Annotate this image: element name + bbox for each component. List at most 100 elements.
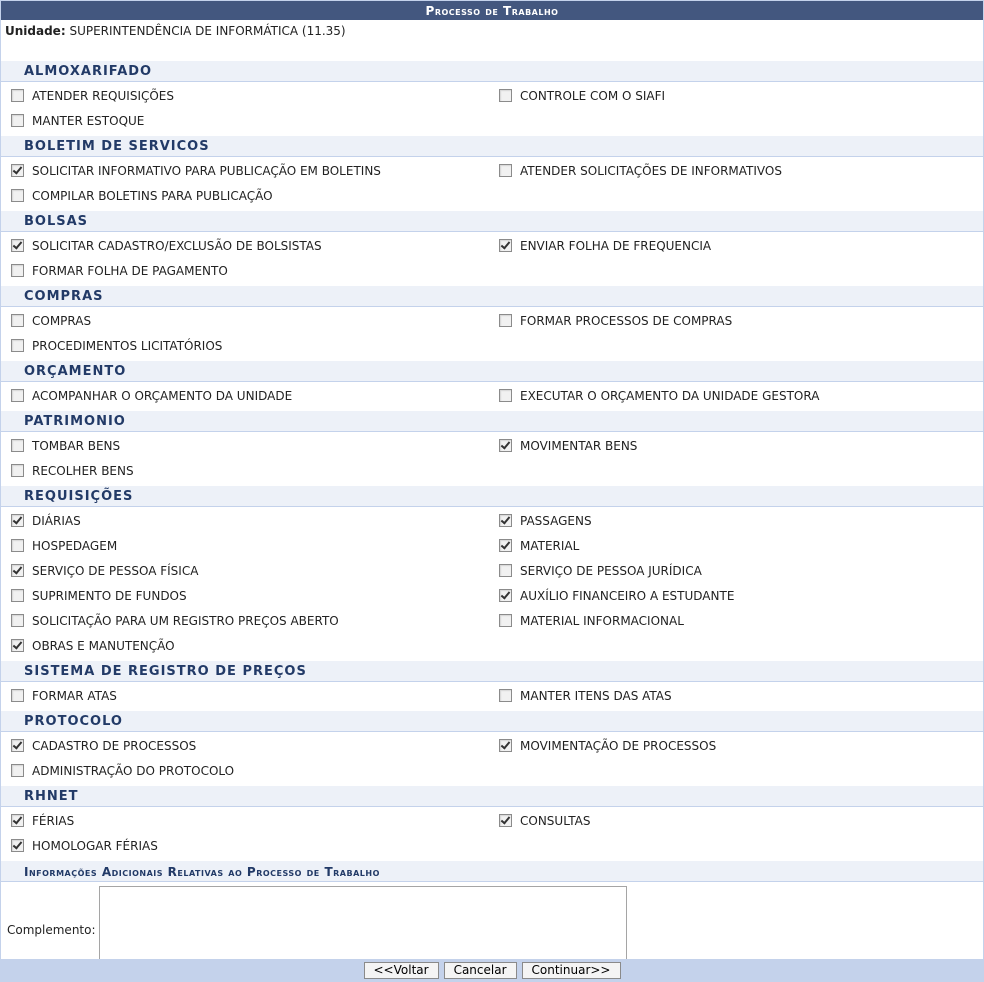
checkbox[interactable] [11,314,24,327]
checkbox-option[interactable]: HOSPEDAGEM [1,536,489,561]
checkbox[interactable] [11,589,24,602]
checkbox-option[interactable]: EXECUTAR O ORÇAMENTO DA UNIDADE GESTORA [489,386,977,411]
checkbox[interactable] [11,764,24,777]
checkbox-option[interactable]: MOVIMENTAÇÃO DE PROCESSOS [489,736,977,761]
checkbox[interactable] [11,239,24,252]
checkbox-option[interactable]: COMPILAR BOLETINS PARA PUBLICAÇÃO [1,186,489,211]
checkbox-label: FÉRIAS [32,814,75,828]
continue-button[interactable]: Continuar>> [521,961,621,979]
checkbox-option[interactable]: MATERIAL [489,536,977,561]
checkbox[interactable] [11,89,24,102]
checkbox[interactable] [11,689,24,702]
checkbox[interactable] [11,389,24,402]
checkbox-option[interactable]: ATENDER SOLICITAÇÕES DE INFORMATIVOS [489,161,977,186]
unit-value: SUPERINTENDÊNCIA DE INFORMÁTICA (11.35) [69,24,346,38]
checkbox-row: OBRAS E MANUTENÇÃO [1,636,983,661]
checkbox-option[interactable]: COMPRAS [1,311,489,336]
checkbox[interactable] [11,839,24,852]
checkbox-row: SOLICITAR CADASTRO/EXCLUSÃO DE BOLSISTAS… [1,236,983,261]
checkbox-label: ATENDER REQUISIÇÕES [32,89,175,103]
checkbox[interactable] [11,639,24,652]
checkbox-option[interactable]: SOLICITAÇÃO PARA UM REGISTRO PREÇOS ABER… [1,611,489,636]
checkbox-option[interactable]: FORMAR FOLHA DE PAGAMENTO [1,261,489,286]
checkbox-option[interactable]: CONTROLE COM O SIAFI [489,86,977,111]
checkbox[interactable] [499,239,512,252]
checkbox-option[interactable]: SUPRIMENTO DE FUNDOS [1,586,489,611]
checkbox-option[interactable]: ENVIAR FOLHA DE FREQUENCIA [489,236,977,261]
checkbox-row: ATENDER REQUISIÇÕES CONTROLE COM O SIAFI [1,86,983,111]
checkbox[interactable] [11,614,24,627]
checkbox[interactable] [11,114,24,127]
checkbox-option[interactable]: AUXÍLIO FINANCEIRO A ESTUDANTE [489,586,977,611]
checkbox[interactable] [499,814,512,827]
checkbox-row: MANTER ESTOQUE [1,111,983,136]
checkbox[interactable] [11,339,24,352]
checkbox[interactable] [11,514,24,527]
checkbox-option[interactable]: HOMOLOGAR FÉRIAS [1,836,489,861]
checkbox[interactable] [11,539,24,552]
group-header: ORÇAMENTO [1,361,983,382]
checkbox-row: TOMBAR BENS MOVIMENTAR BENS [1,436,983,461]
back-button[interactable]: <<Voltar [363,961,439,979]
checkbox-option[interactable]: ATENDER REQUISIÇÕES [1,86,489,111]
checkbox-label: MOVIMENTAÇÃO DE PROCESSOS [520,739,717,753]
checkbox[interactable] [499,539,512,552]
checkbox-option[interactable]: DIÁRIAS [1,511,489,536]
checkbox-option[interactable]: OBRAS E MANUTENÇÃO [1,636,489,661]
checkbox[interactable] [11,439,24,452]
empty-cell [489,186,977,211]
checkbox[interactable] [11,814,24,827]
checkbox-option[interactable]: FORMAR PROCESSOS DE COMPRAS [489,311,977,336]
button-bar: <<Voltar Cancelar Continuar>> [1,959,983,981]
checkbox-label: SUPRIMENTO DE FUNDOS [32,589,187,603]
checkbox-option[interactable]: TOMBAR BENS [1,436,489,461]
checkbox-option[interactable]: PASSAGENS [489,511,977,536]
checkbox-option[interactable]: FÉRIAS [1,811,489,836]
group-body: SOLICITAR CADASTRO/EXCLUSÃO DE BOLSISTAS… [1,232,983,286]
checkbox-option[interactable]: FORMAR ATAS [1,686,489,711]
checkbox-option[interactable]: PROCEDIMENTOS LICITATÓRIOS [1,336,489,361]
checkbox[interactable] [11,189,24,202]
checkbox-label: DIÁRIAS [32,514,81,528]
checkbox[interactable] [11,164,24,177]
checkbox[interactable] [499,89,512,102]
checkbox[interactable] [499,589,512,602]
checkbox-label: SOLICITAÇÃO PARA UM REGISTRO PREÇOS ABER… [32,614,339,628]
process-groups: ALMOXARIFADO ATENDER REQUISIÇÕES CONTROLE … [1,61,983,861]
checkbox-row: HOMOLOGAR FÉRIAS [1,836,983,861]
checkbox-label: MANTER ITENS DAS ATAS [520,689,672,703]
process-form: Processo de Trabalho Unidade: SUPERINTEN… [0,0,984,982]
checkbox[interactable] [499,439,512,452]
checkbox[interactable] [499,389,512,402]
checkbox-option[interactable]: SOLICITAR INFORMATIVO PARA PUBLICAÇÃO EM… [1,161,489,186]
checkbox-option[interactable]: CONSULTAS [489,811,977,836]
checkbox[interactable] [11,564,24,577]
group-body: FORMAR ATAS MANTER ITENS DAS ATAS [1,682,983,711]
checkbox[interactable] [499,514,512,527]
checkbox-option[interactable]: RECOLHER BENS [1,461,489,486]
checkbox[interactable] [499,614,512,627]
checkbox-row: RECOLHER BENS [1,461,983,486]
checkbox[interactable] [11,464,24,477]
checkbox[interactable] [499,164,512,177]
checkbox[interactable] [499,564,512,577]
checkbox-label: RECOLHER BENS [32,464,134,478]
cancel-button[interactable]: Cancelar [443,961,517,979]
checkbox-option[interactable]: MANTER ESTOQUE [1,111,489,136]
checkbox-option[interactable]: SERVIÇO DE PESSOA FÍSICA [1,561,489,586]
checkbox-option[interactable]: MANTER ITENS DAS ATAS [489,686,977,711]
checkbox-option[interactable]: SOLICITAR CADASTRO/EXCLUSÃO DE BOLSISTAS [1,236,489,261]
checkbox-row: FORMAR ATAS MANTER ITENS DAS ATAS [1,686,983,711]
checkbox[interactable] [11,264,24,277]
checkbox-option[interactable]: CADASTRO DE PROCESSOS [1,736,489,761]
checkbox[interactable] [11,739,24,752]
group-header: ALMOXARIFADO [1,61,983,82]
checkbox[interactable] [499,739,512,752]
checkbox-option[interactable]: MATERIAL INFORMACIONAL [489,611,977,636]
checkbox[interactable] [499,314,512,327]
checkbox-option[interactable]: MOVIMENTAR BENS [489,436,977,461]
checkbox-option[interactable]: SERVIÇO DE PESSOA JURÍDICA [489,561,977,586]
checkbox[interactable] [499,689,512,702]
checkbox-option[interactable]: ACOMPANHAR O ORÇAMENTO DA UNIDADE [1,386,489,411]
checkbox-option[interactable]: ADMINISTRAÇÃO DO PROTOCOLO [1,761,489,786]
